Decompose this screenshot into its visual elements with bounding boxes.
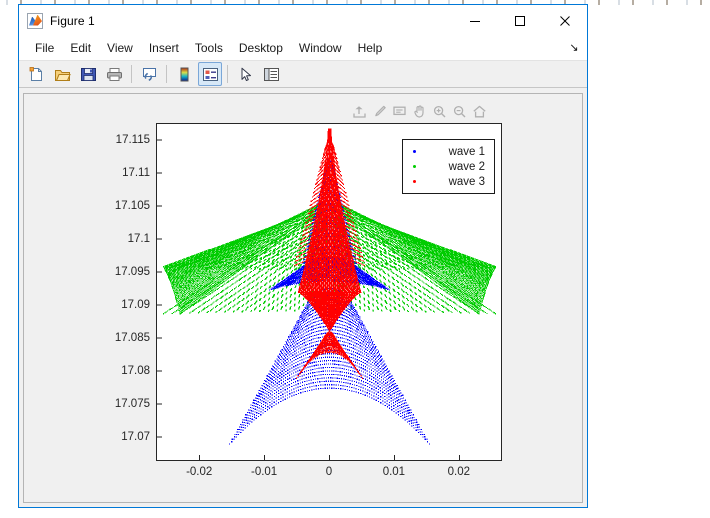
figure-toolbar [19, 60, 587, 88]
close-icon[interactable] [542, 5, 587, 36]
y-tick-label: 17.08 [121, 365, 157, 377]
restore-view-home-icon[interactable] [470, 102, 488, 120]
maximize-icon[interactable] [497, 5, 542, 36]
y-tick-mark [157, 206, 162, 207]
legend-marker-icon [403, 150, 425, 153]
y-tick-label: 17.11 [122, 167, 157, 179]
export-share-icon[interactable] [350, 102, 368, 120]
menu-item-window[interactable]: Window [291, 39, 350, 57]
x-tick-mark [394, 455, 395, 460]
menu-overflow-arrow-icon[interactable]: ↘ [567, 40, 581, 54]
pan-icon[interactable] [410, 102, 428, 120]
brush-data-icon[interactable] [370, 102, 388, 120]
window-title: Figure 1 [50, 14, 95, 28]
print-figure-icon[interactable] [102, 62, 126, 86]
y-tick-mark [157, 173, 162, 174]
y-tick-mark [157, 371, 162, 372]
matlab-membrane-icon [27, 13, 43, 29]
new-figure-icon[interactable] [24, 62, 48, 86]
x-tick-label: 0.01 [383, 460, 405, 478]
x-tick-label: -0.02 [186, 460, 212, 478]
plot-legend[interactable]: wave 1 wave 2 wave 3 [402, 139, 495, 194]
y-tick-label: 17.095 [115, 266, 157, 278]
toolbar-separator [166, 65, 167, 83]
legend-marker-icon [403, 165, 425, 168]
y-tick-mark [157, 436, 162, 437]
axes-interaction-toolbar [350, 102, 488, 120]
legend-marker-icon [403, 180, 425, 183]
x-tick-label: -0.01 [251, 460, 277, 478]
y-tick-label: 17.115 [116, 134, 157, 146]
y-tick-label: 17.075 [115, 398, 157, 410]
menu-item-file[interactable]: File [27, 39, 62, 57]
figure-canvas: 17.07 17.075 17.08 17.085 17.09 17.095 17.1 17.… [23, 93, 583, 503]
y-tick-mark [157, 305, 162, 306]
minimize-icon[interactable] [452, 5, 497, 36]
toolbar-separator [131, 65, 132, 83]
y-tick-label: 17.1 [128, 233, 157, 245]
link-plot-icon[interactable] [137, 62, 161, 86]
figure-window: Figure 1 File Edit View Insert Tools Des… [18, 4, 588, 508]
legend-label: wave 2 [425, 161, 494, 173]
y-tick-mark [157, 338, 162, 339]
toolbar-separator [227, 65, 228, 83]
save-figure-icon[interactable] [76, 62, 100, 86]
window-controls [452, 5, 587, 36]
menu-item-edit[interactable]: Edit [62, 39, 99, 57]
data-tips-icon[interactable] [390, 102, 408, 120]
open-file-icon[interactable] [50, 62, 74, 86]
zoom-in-icon[interactable] [430, 102, 448, 120]
legend-entry-wave-1: wave 1 [403, 144, 494, 159]
legend-entry-wave-3: wave 3 [403, 174, 494, 189]
x-tick-label: 0 [326, 460, 332, 478]
plot-axes[interactable]: 17.0717.07517.0817.08517.0917.09517.117.… [156, 123, 502, 461]
legend-label: wave 1 [425, 146, 494, 158]
screenshot-root: Figure 1 File Edit View Insert Tools Des… [0, 0, 710, 518]
menu-item-insert[interactable]: Insert [141, 39, 187, 57]
y-tick-label: 17.09 [121, 299, 157, 311]
series-wave-3 [294, 129, 365, 379]
x-tick-label: 0.02 [448, 460, 470, 478]
x-tick-mark [329, 455, 330, 460]
x-tick-mark [264, 455, 265, 460]
y-tick-mark [157, 239, 162, 240]
legend-entry-wave-2: wave 2 [403, 159, 494, 174]
x-tick-mark [459, 455, 460, 460]
y-tick-label: 17.085 [115, 332, 157, 344]
menu-bar: File Edit View Insert Tools Desktop Wind… [19, 36, 587, 60]
y-tick-label: 17.105 [115, 200, 157, 212]
y-tick-mark [157, 272, 162, 273]
edit-plot-pointer-icon[interactable] [233, 62, 257, 86]
menu-item-desktop[interactable]: Desktop [231, 39, 291, 57]
menu-item-view[interactable]: View [99, 39, 141, 57]
legend-label: wave 3 [425, 176, 494, 188]
insert-legend-icon[interactable] [198, 62, 222, 86]
y-tick-mark [157, 140, 162, 141]
x-tick-mark [199, 455, 200, 460]
insert-colorbar-icon[interactable] [172, 62, 196, 86]
y-tick-mark [157, 404, 162, 405]
menu-item-help[interactable]: Help [350, 39, 391, 57]
y-tick-label: 17.07 [121, 431, 157, 443]
open-property-inspector-icon[interactable] [259, 62, 283, 86]
menu-item-tools[interactable]: Tools [187, 39, 231, 57]
zoom-out-icon[interactable] [450, 102, 468, 120]
title-bar: Figure 1 [19, 5, 587, 36]
